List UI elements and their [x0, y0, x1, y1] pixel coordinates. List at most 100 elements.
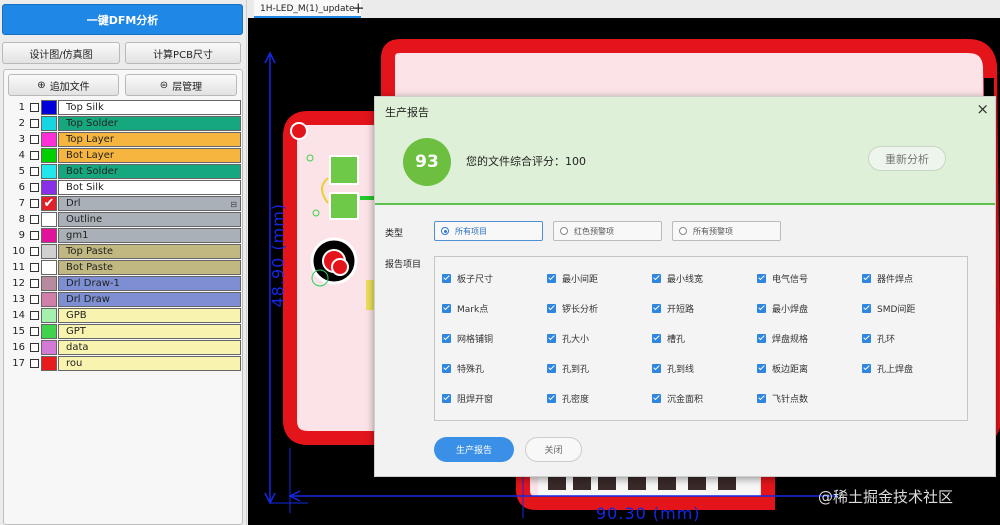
layer-visibility-checkbox[interactable]: [30, 247, 39, 256]
report-item-checkbox[interactable]: 开短路: [652, 302, 694, 315]
report-item-checkbox[interactable]: 阻焊开窗: [442, 392, 493, 405]
layer-visibility-checkbox[interactable]: [30, 183, 39, 192]
layer-color-swatch[interactable]: [41, 308, 57, 323]
layer-color-swatch[interactable]: [41, 356, 57, 371]
layer-visibility-checkbox[interactable]: [30, 103, 39, 112]
layer-name[interactable]: GPB: [58, 308, 241, 323]
report-item-checkbox[interactable]: 网格铺铜: [442, 332, 493, 345]
layer-name[interactable]: GPT: [58, 324, 241, 339]
layer-name[interactable]: Drl ⊟: [58, 196, 241, 211]
layer-name[interactable]: Top Silk: [58, 100, 241, 115]
report-item-checkbox[interactable]: 电气信号: [757, 272, 808, 285]
layer-visibility-checkbox[interactable]: [30, 167, 39, 176]
layer-row[interactable]: 3 Top Layer: [8, 132, 242, 147]
layer-name[interactable]: Outline: [58, 212, 241, 227]
layer-row[interactable]: 2 Top Solder: [8, 116, 242, 131]
report-item-checkbox[interactable]: 孔上焊盘: [862, 362, 913, 375]
layer-visibility-checkbox[interactable]: [30, 279, 39, 288]
layer-name[interactable]: Drl Draw: [58, 292, 241, 307]
layer-name[interactable]: rou: [58, 356, 241, 371]
report-item-checkbox[interactable]: 最小焊盘: [757, 302, 808, 315]
layer-color-swatch[interactable]: [41, 340, 57, 355]
layer-row[interactable]: 16 data: [8, 340, 242, 355]
layer-color-swatch[interactable]: [41, 132, 57, 147]
report-item-checkbox[interactable]: 孔环: [862, 332, 895, 345]
layer-visibility-checkbox[interactable]: [30, 263, 39, 272]
report-item-checkbox[interactable]: 锣长分析: [547, 302, 598, 315]
layer-color-swatch[interactable]: [41, 100, 57, 115]
layer-color-swatch[interactable]: [41, 260, 57, 275]
layer-name[interactable]: Bot Layer: [58, 148, 241, 163]
report-item-checkbox[interactable]: 焊盘规格: [757, 332, 808, 345]
layer-name[interactable]: Top Paste: [58, 244, 241, 259]
layer-visibility-checkbox[interactable]: [30, 359, 39, 368]
calc-pcb-size-button[interactable]: 计算PCB尺寸: [125, 42, 241, 64]
layer-visibility-checkbox[interactable]: [30, 231, 39, 240]
add-tab-icon[interactable]: +: [352, 0, 365, 17]
layer-row[interactable]: 7 ✔ Drl ⊟: [8, 196, 242, 211]
layer-row[interactable]: 15 GPT: [8, 324, 242, 339]
layer-color-swatch[interactable]: [41, 324, 57, 339]
report-item-checkbox[interactable]: 器件焊点: [862, 272, 913, 285]
report-item-checkbox[interactable]: 槽孔: [652, 332, 685, 345]
generate-report-button[interactable]: 生产报告: [434, 437, 514, 462]
layer-row[interactable]: 8 Outline: [8, 212, 242, 227]
layer-row[interactable]: 14 GPB: [8, 308, 242, 323]
layer-visibility-checkbox[interactable]: [30, 135, 39, 144]
close-icon[interactable]: ×: [976, 100, 989, 118]
layer-row[interactable]: 5 Bot Solder: [8, 164, 242, 179]
layer-color-swatch[interactable]: [41, 244, 57, 259]
layer-manage-button[interactable]: ⊜ 层管理: [125, 74, 237, 96]
layer-color-swatch[interactable]: [41, 292, 57, 307]
layer-row[interactable]: 4 Bot Layer: [8, 148, 242, 163]
layer-visibility-checkbox[interactable]: [30, 327, 39, 336]
layer-row[interactable]: 13 Drl Draw: [8, 292, 242, 307]
layer-name[interactable]: data: [58, 340, 241, 355]
report-item-checkbox[interactable]: 特殊孔: [442, 362, 484, 375]
reanalyze-button[interactable]: 重新分析: [868, 146, 946, 171]
layer-name[interactable]: Bot Paste: [58, 260, 241, 275]
layer-visibility-checkbox[interactable]: [30, 119, 39, 128]
layer-name[interactable]: Drl Draw-1: [58, 276, 241, 291]
add-file-button[interactable]: ⊕ 追加文件: [8, 74, 119, 96]
layer-name[interactable]: gm1: [58, 228, 241, 243]
report-item-checkbox[interactable]: 最小间距: [547, 272, 598, 285]
layer-row[interactable]: 10 Top Paste: [8, 244, 242, 259]
layer-row[interactable]: 12 Drl Draw-1: [8, 276, 242, 291]
report-item-checkbox[interactable]: SMD间距: [862, 302, 915, 315]
layer-color-swatch[interactable]: [41, 180, 57, 195]
layer-name[interactable]: Bot Silk: [58, 180, 241, 195]
layer-visibility-checkbox[interactable]: [30, 343, 39, 352]
layer-visibility-checkbox[interactable]: [30, 295, 39, 304]
report-item-checkbox[interactable]: 板边距离: [757, 362, 808, 375]
layer-color-swatch[interactable]: [41, 116, 57, 131]
type-option-red-warning[interactable]: 红色预警项: [553, 221, 662, 241]
layer-color-swatch[interactable]: [41, 164, 57, 179]
layer-visibility-checkbox[interactable]: [30, 199, 39, 208]
layer-color-swatch[interactable]: [41, 212, 57, 227]
layer-row[interactable]: 6 Bot Silk: [8, 180, 242, 195]
layer-name[interactable]: Top Solder: [58, 116, 241, 131]
report-item-checkbox[interactable]: 孔到线: [652, 362, 694, 375]
report-item-checkbox[interactable]: 孔大小: [547, 332, 589, 345]
report-item-checkbox[interactable]: 沉金面积: [652, 392, 703, 405]
type-option-all-warning[interactable]: 所有预警项: [672, 221, 781, 241]
report-item-checkbox[interactable]: 板子尺寸: [442, 272, 493, 285]
layer-row[interactable]: 1 Top Silk: [8, 100, 242, 115]
layer-visibility-checkbox[interactable]: [30, 311, 39, 320]
layer-color-swatch[interactable]: [41, 276, 57, 291]
tab-file[interactable]: 1H-LED_M(1)_update: [254, 0, 361, 18]
layer-options-icon[interactable]: ⊟: [230, 198, 237, 210]
layer-name[interactable]: Top Layer: [58, 132, 241, 147]
layer-color-swatch[interactable]: [41, 148, 57, 163]
layer-color-swatch[interactable]: [41, 228, 57, 243]
layer-visibility-checkbox[interactable]: [30, 151, 39, 160]
design-view-button[interactable]: 设计图/仿真图: [2, 42, 120, 64]
dialog-close-button[interactable]: 关闭: [525, 437, 582, 462]
report-item-checkbox[interactable]: 最小线宽: [652, 272, 703, 285]
report-item-checkbox[interactable]: 孔到孔: [547, 362, 589, 375]
layer-row[interactable]: 17 rou: [8, 356, 242, 371]
layer-name[interactable]: Bot Solder: [58, 164, 241, 179]
layer-row[interactable]: 9 gm1: [8, 228, 242, 243]
report-item-checkbox[interactable]: Mark点: [442, 302, 488, 315]
